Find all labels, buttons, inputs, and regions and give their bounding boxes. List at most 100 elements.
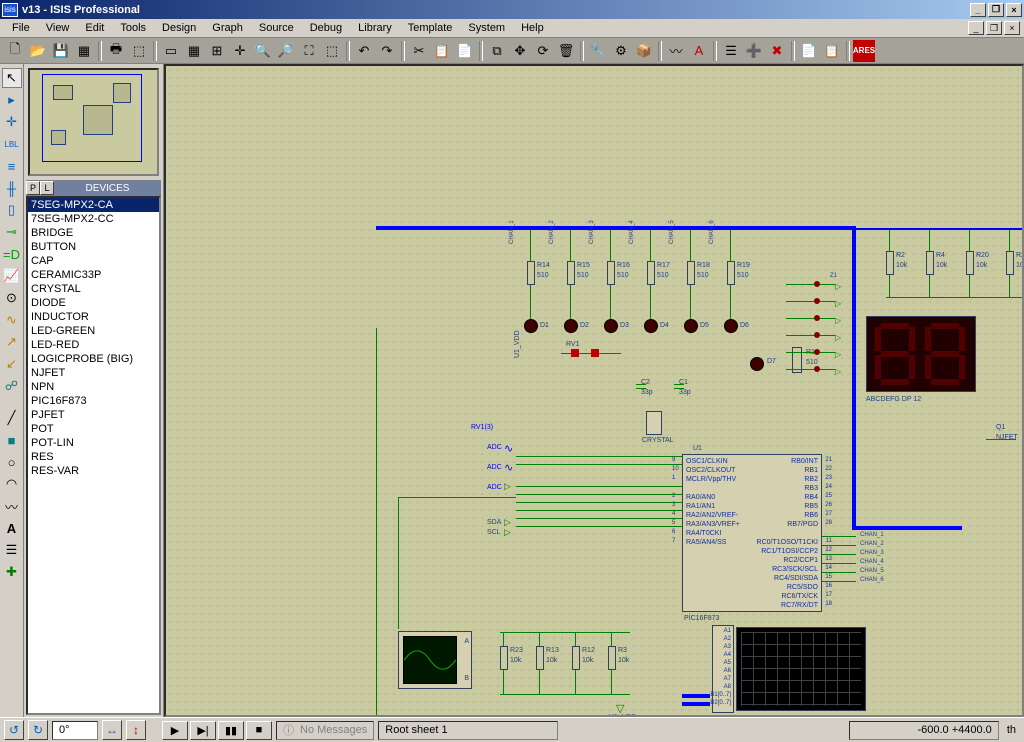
- device-item[interactable]: LED-RED: [28, 338, 159, 352]
- graph-icon[interactable]: 📈: [2, 266, 22, 286]
- resistor[interactable]: [966, 251, 974, 275]
- sheet-icon[interactable]: ▭: [160, 40, 182, 62]
- resistor[interactable]: [647, 261, 655, 285]
- resistor[interactable]: [1006, 251, 1014, 275]
- devices-list[interactable]: 7SEG-MPX2-CA7SEG-MPX2-CCBRIDGEBUTTONCAPC…: [26, 196, 161, 715]
- stop-button[interactable]: ■: [246, 721, 272, 740]
- menu-source[interactable]: Source: [251, 20, 302, 36]
- zoom-out-icon[interactable]: 🔎: [275, 40, 297, 62]
- junction-icon[interactable]: ✛: [2, 112, 22, 132]
- maximize-button[interactable]: ❐: [988, 3, 1004, 17]
- menu-file[interactable]: File: [4, 20, 38, 36]
- center-icon[interactable]: ✛: [229, 40, 251, 62]
- doc-minimize-button[interactable]: _: [968, 21, 984, 35]
- flip-v-icon[interactable]: ↕: [126, 720, 146, 740]
- undo-icon[interactable]: ↶: [353, 40, 375, 62]
- step-button[interactable]: ▶|: [190, 721, 216, 740]
- device-item[interactable]: BUTTON: [28, 240, 159, 254]
- copy-icon[interactable]: 📋: [431, 40, 453, 62]
- save-file-icon[interactable]: 💾: [50, 40, 72, 62]
- device-item[interactable]: CERAMIC33P: [28, 268, 159, 282]
- wire[interactable]: [856, 228, 1024, 230]
- menu-tools[interactable]: Tools: [112, 20, 154, 36]
- block-copy-icon[interactable]: ⧉: [486, 40, 508, 62]
- menu-debug[interactable]: Debug: [302, 20, 350, 36]
- angle-field[interactable]: [52, 721, 98, 740]
- pot-handle-icon[interactable]: [571, 349, 579, 357]
- device-item[interactable]: POT: [28, 422, 159, 436]
- device-item[interactable]: LOGICPROBE (BIG): [28, 352, 159, 366]
- terminal-icon[interactable]: ▷: [504, 527, 511, 538]
- path-icon[interactable]: 〰: [2, 496, 22, 516]
- paste-icon[interactable]: 📄: [454, 40, 476, 62]
- resistor[interactable]: [567, 261, 575, 285]
- block-delete-icon[interactable]: 🗑: [555, 40, 577, 62]
- grid-square-icon[interactable]: ▦: [183, 40, 205, 62]
- bom-icon[interactable]: 📋: [821, 40, 843, 62]
- zoom-area-icon[interactable]: ⬚: [321, 40, 343, 62]
- component-icon[interactable]: ▸: [2, 90, 22, 110]
- resistor[interactable]: [608, 646, 616, 670]
- resistor[interactable]: [926, 251, 934, 275]
- schematic-canvas[interactable]: CHAN_1R14510CHAN_2R15510CHAN_3R16510CHAN…: [164, 64, 1024, 717]
- virtual-inst-icon[interactable]: ☍: [2, 376, 22, 396]
- netlist-icon[interactable]: 📄: [798, 40, 820, 62]
- print-icon[interactable]: 🖶: [105, 40, 127, 62]
- device-item[interactable]: PJFET: [28, 408, 159, 422]
- block-move-icon[interactable]: ✥: [509, 40, 531, 62]
- zoom-all-icon[interactable]: ⛶: [298, 40, 320, 62]
- decompose-icon[interactable]: ⚙: [610, 40, 632, 62]
- current-probe-icon[interactable]: ↙: [2, 354, 22, 374]
- play-button[interactable]: ▶: [162, 721, 188, 740]
- device-pin-icon[interactable]: =D: [2, 244, 22, 264]
- arc-icon[interactable]: ◠: [2, 474, 22, 494]
- device-item[interactable]: CRYSTAL: [28, 282, 159, 296]
- logic-analyzer[interactable]: [736, 627, 866, 711]
- pick-button[interactable]: P: [26, 181, 40, 195]
- doc-close-button[interactable]: ×: [1004, 21, 1020, 35]
- resistor[interactable]: [536, 646, 544, 670]
- text-tool-icon[interactable]: A: [688, 40, 710, 62]
- bus-wire[interactable]: [852, 226, 856, 526]
- led[interactable]: [684, 319, 698, 333]
- logic-pin-block[interactable]: A1A2A3A4A5A6A7A8B1[0..7]B2[0..7]: [712, 625, 734, 713]
- bus-icon[interactable]: ╫: [2, 178, 22, 198]
- terminal-icon[interactable]: ⊸: [2, 222, 22, 242]
- text-icon[interactable]: A: [2, 518, 22, 538]
- device-item[interactable]: RES: [28, 450, 159, 464]
- pick-icon[interactable]: 🔧: [587, 40, 609, 62]
- device-item[interactable]: 7SEG-MPX2-CC: [28, 212, 159, 226]
- device-item[interactable]: POT-LIN: [28, 436, 159, 450]
- add-part-icon[interactable]: ➕: [743, 40, 765, 62]
- cut-icon[interactable]: ✂: [408, 40, 430, 62]
- device-item[interactable]: NJFET: [28, 366, 159, 380]
- tape-icon[interactable]: ⊙: [2, 288, 22, 308]
- close-button[interactable]: ×: [1006, 3, 1022, 17]
- device-item[interactable]: INDUCTOR: [28, 310, 159, 324]
- led-d7[interactable]: [750, 357, 764, 371]
- resistor[interactable]: [500, 646, 508, 670]
- resistor[interactable]: [607, 261, 615, 285]
- marker-icon[interactable]: ✚: [2, 562, 22, 582]
- menu-design[interactable]: Design: [154, 20, 204, 36]
- bus-terminal[interactable]: [682, 702, 710, 706]
- voltage-probe-icon[interactable]: ↗: [2, 332, 22, 352]
- generator-icon[interactable]: ∿: [2, 310, 22, 330]
- gen-sine-icon[interactable]: ∿: [504, 461, 513, 474]
- menu-help[interactable]: Help: [513, 20, 552, 36]
- device-item[interactable]: NPN: [28, 380, 159, 394]
- pot-handle-icon[interactable]: [591, 349, 599, 357]
- minimize-button[interactable]: _: [970, 3, 986, 17]
- ares-icon[interactable]: ARES: [853, 40, 875, 62]
- menu-view[interactable]: View: [38, 20, 78, 36]
- doc-restore-button[interactable]: ❐: [986, 21, 1002, 35]
- circle-icon[interactable]: ○: [2, 452, 22, 472]
- device-item[interactable]: PIC16F873: [28, 394, 159, 408]
- delete-part-icon[interactable]: ✖: [766, 40, 788, 62]
- crystal[interactable]: [646, 411, 662, 435]
- package-icon[interactable]: 📦: [633, 40, 655, 62]
- menu-graph[interactable]: Graph: [204, 20, 251, 36]
- device-item[interactable]: DIODE: [28, 296, 159, 310]
- device-item[interactable]: RES-VAR: [28, 464, 159, 478]
- device-item[interactable]: LED-GREEN: [28, 324, 159, 338]
